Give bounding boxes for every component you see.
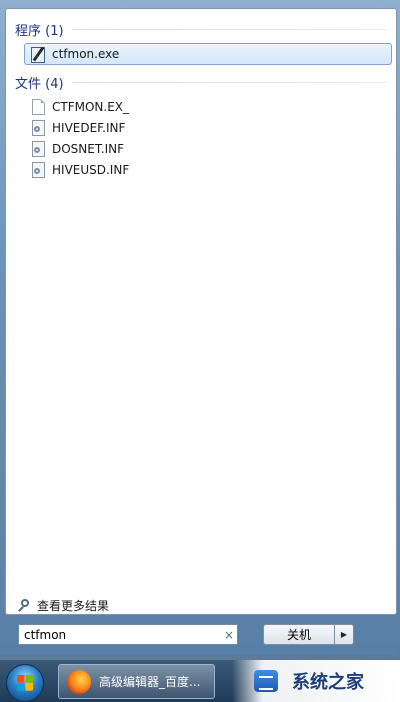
programs-group-header[interactable]: 程序 (1) bbox=[15, 20, 387, 39]
result-item-ctfmon-exe[interactable]: ctfmon.exe bbox=[24, 43, 392, 65]
search-results-pane: 程序 (1) ctfmon.exe 文件 (4) CTFMON.EX_ HIVE… bbox=[5, 8, 397, 615]
inf-file-icon bbox=[30, 120, 46, 136]
watermark-text: 系统之家 bbox=[292, 672, 364, 693]
result-item-label: HIVEDEF.INF bbox=[52, 121, 126, 135]
programs-header-divider bbox=[71, 29, 387, 30]
notepad-icon bbox=[30, 46, 46, 63]
blank-file-icon bbox=[30, 99, 46, 115]
taskbar-button-firefox[interactable]: 高级编辑器_百度... bbox=[58, 664, 215, 699]
result-item-label: CTFMON.EX_ bbox=[52, 100, 130, 114]
watermark-logo-icon bbox=[254, 668, 284, 694]
shutdown-control: 关机 ▶ bbox=[263, 624, 354, 645]
files-header-label: 文件 (4) bbox=[15, 77, 64, 92]
firefox-icon bbox=[67, 669, 91, 694]
magnifier-icon bbox=[18, 598, 32, 613]
see-more-results-link[interactable]: 查看更多结果 bbox=[18, 597, 109, 614]
result-item-ctfmon-ex[interactable]: CTFMON.EX_ bbox=[24, 96, 392, 118]
result-item-dosnet-inf[interactable]: DOSNET.INF bbox=[24, 138, 392, 160]
watermark: 系统之家 bbox=[232, 660, 400, 702]
result-item-label: ctfmon.exe bbox=[52, 47, 120, 61]
windows-start-icon[interactable] bbox=[6, 664, 44, 702]
inf-file-icon bbox=[30, 141, 46, 157]
result-item-hivedef-inf[interactable]: HIVEDEF.INF bbox=[24, 117, 392, 139]
shutdown-options-arrow-icon[interactable]: ▶ bbox=[335, 624, 354, 645]
see-more-label: 查看更多结果 bbox=[37, 599, 110, 613]
result-item-label: DOSNET.INF bbox=[52, 142, 124, 156]
shutdown-button[interactable]: 关机 bbox=[263, 624, 335, 645]
files-group-header[interactable]: 文件 (4) bbox=[15, 73, 387, 92]
clear-search-icon[interactable]: × bbox=[221, 628, 237, 642]
result-item-hiveusd-inf[interactable]: HIVEUSD.INF bbox=[24, 159, 392, 181]
taskbar-button-label: 高级编辑器_百度... bbox=[99, 675, 201, 689]
start-menu: 程序 (1) ctfmon.exe 文件 (4) CTFMON.EX_ HIVE… bbox=[0, 0, 400, 655]
programs-header-label: 程序 (1) bbox=[15, 24, 64, 39]
inf-file-icon bbox=[30, 162, 46, 178]
search-box[interactable]: × bbox=[18, 624, 238, 645]
files-header-divider bbox=[71, 82, 387, 83]
result-item-label: HIVEUSD.INF bbox=[52, 163, 130, 177]
search-input[interactable] bbox=[19, 627, 221, 642]
